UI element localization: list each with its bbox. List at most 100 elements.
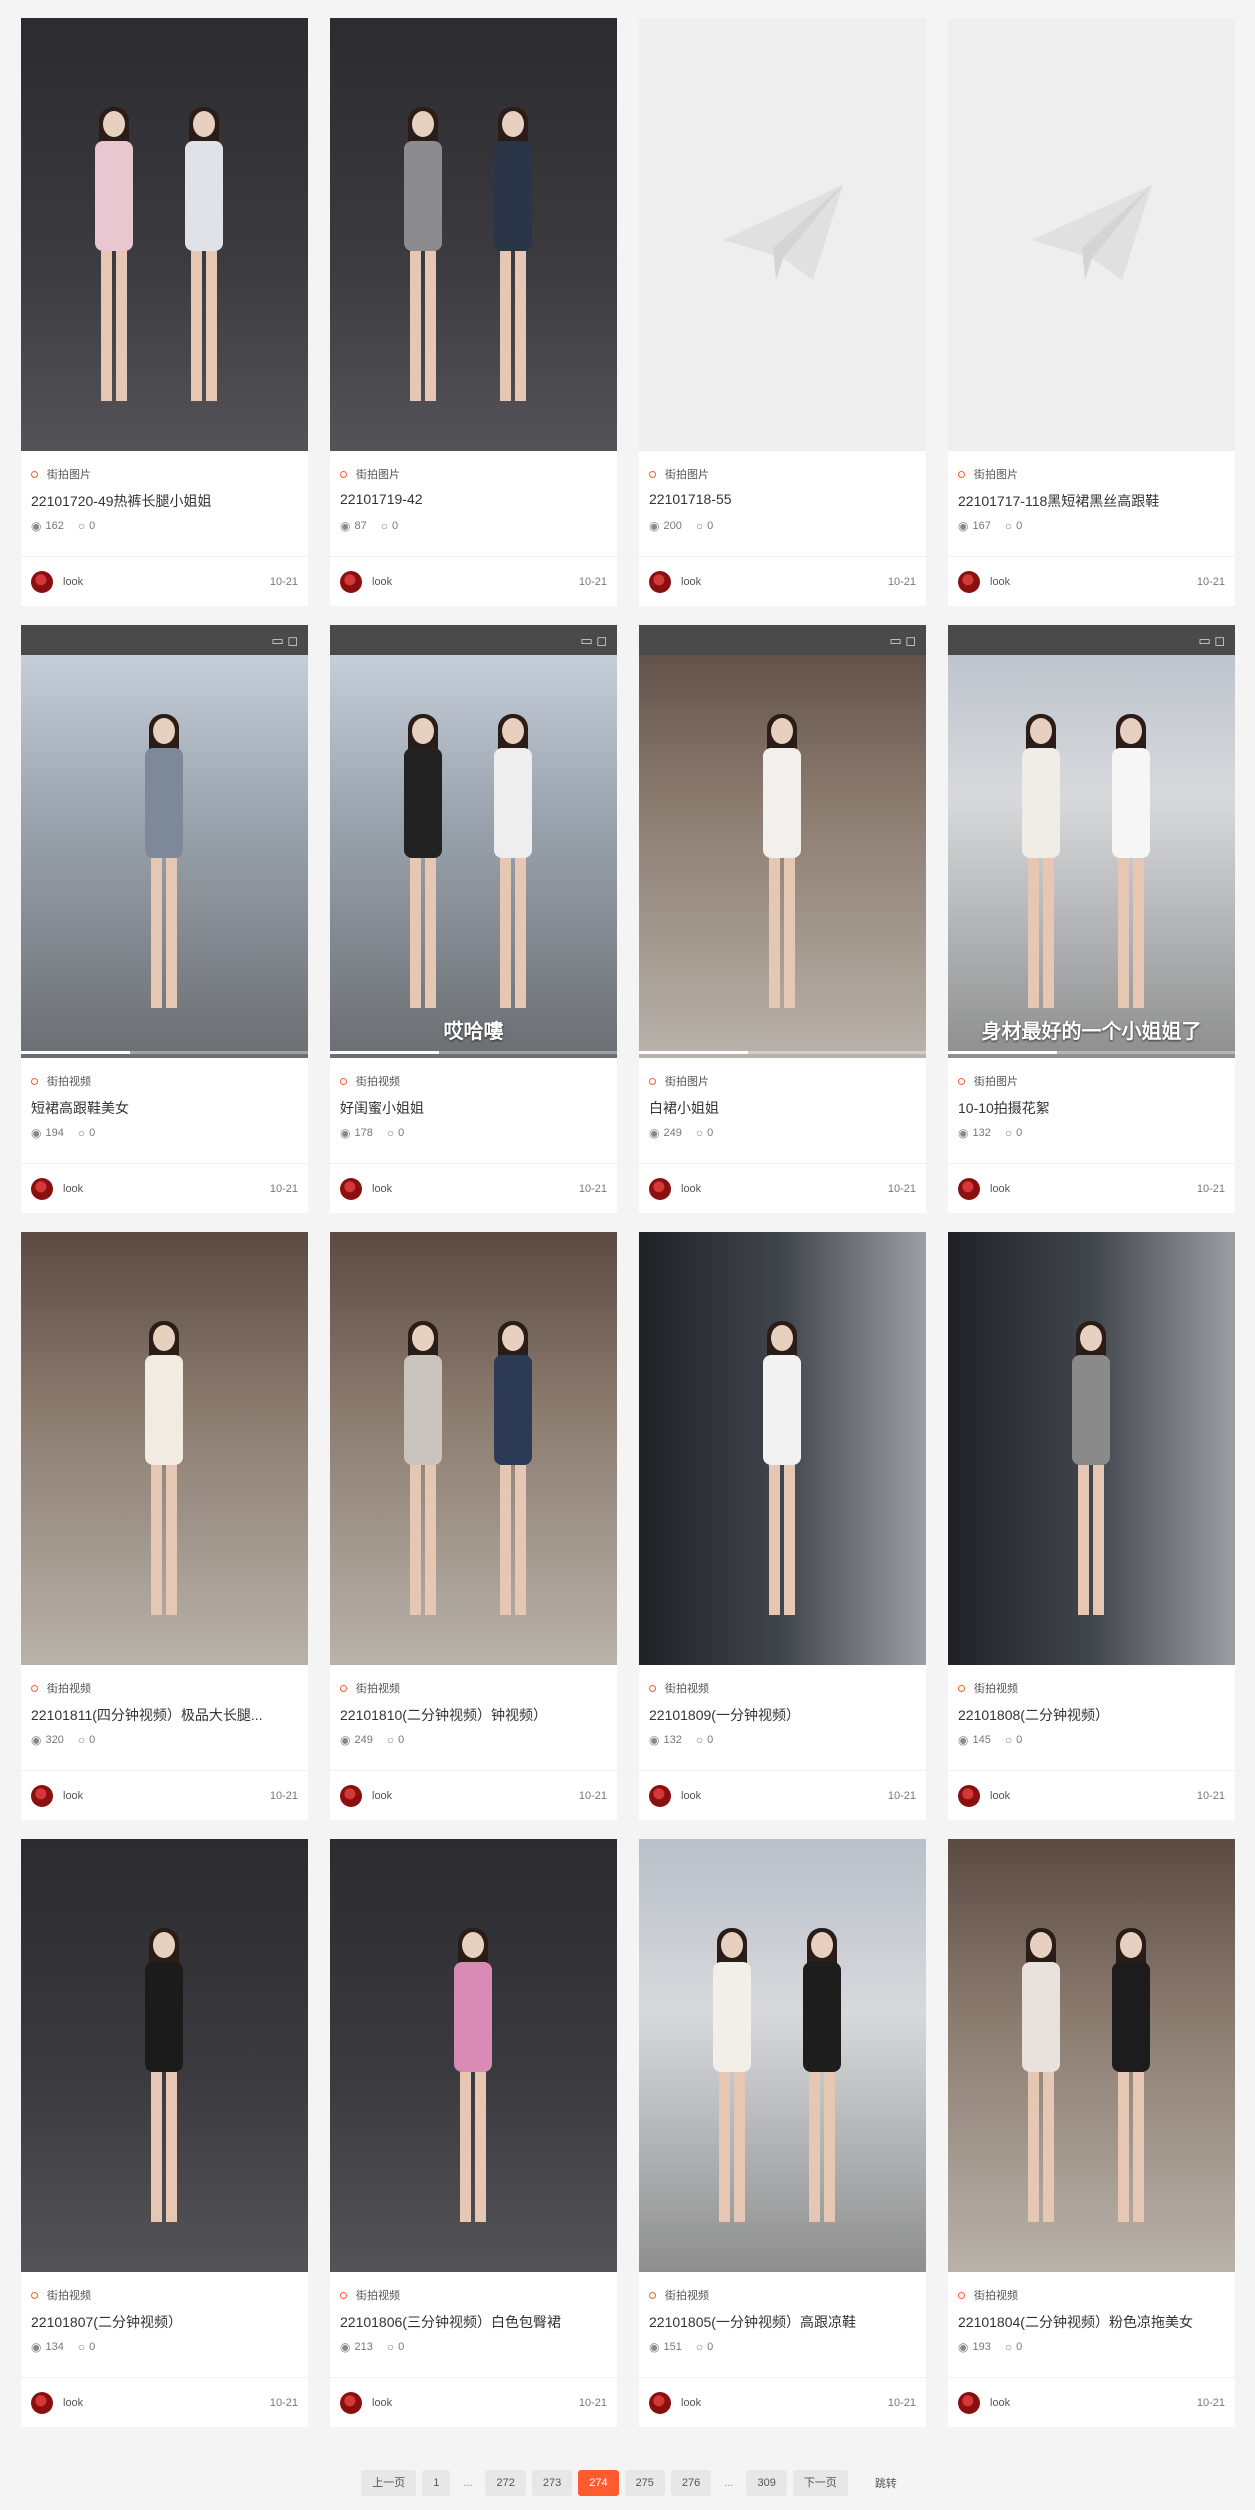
category-tag[interactable]: 街拍视频 bbox=[340, 1074, 607, 1088]
author-name[interactable]: look bbox=[990, 2397, 1010, 2409]
avatar[interactable] bbox=[649, 2391, 671, 2414]
avatar[interactable] bbox=[31, 1177, 53, 1200]
page-275-button[interactable]: 275 bbox=[624, 2470, 665, 2496]
category-tag[interactable]: 街拍视频 bbox=[31, 1681, 298, 1695]
next-page-button[interactable]: 下一页 bbox=[792, 2470, 848, 2496]
post-card[interactable]: ▭ ◻ 街拍视频 短裙高跟鞋美女 ◉ 194 ○ 0 look 10-21 bbox=[21, 625, 308, 1213]
category-tag[interactable]: 街拍视频 bbox=[31, 1074, 298, 1088]
post-title[interactable]: 22101804(二分钟视频）粉色凉拖美女 bbox=[958, 2312, 1225, 2330]
thumbnail-placeholder[interactable] bbox=[639, 18, 926, 451]
jump-link[interactable]: 跳转 bbox=[875, 2475, 897, 2491]
video-thumbnail[interactable]: ▭ ◻ 哎哈嘍 bbox=[330, 625, 617, 1058]
post-card[interactable]: ▭ ◻ 哎哈嘍 街拍视频 好闺蜜小姐姐 ◉ 178 ○ 0 look 10-21 bbox=[330, 625, 617, 1213]
post-card[interactable]: 街拍视频 22101805(一分钟视频）高跟凉鞋 ◉ 151 ○ 0 look 10-21 bbox=[639, 1839, 926, 2427]
post-card[interactable]: ▭ ◻ 街拍图片 白裙小姐姐 ◉ 249 ○ 0 look 10-21 bbox=[639, 625, 926, 1213]
avatar[interactable] bbox=[31, 570, 53, 593]
category-tag[interactable]: 街拍图片 bbox=[649, 467, 916, 481]
post-title[interactable]: 22101810(二分钟视频）钟视频） bbox=[340, 1705, 607, 1723]
avatar[interactable] bbox=[31, 2391, 53, 2414]
post-title[interactable]: 22101719-42 bbox=[340, 491, 607, 509]
post-card[interactable]: 街拍视频 22101810(二分钟视频）钟视频） ◉ 249 ○ 0 look 10-21 bbox=[330, 1232, 617, 1820]
current-page-button[interactable]: 274 bbox=[578, 2470, 619, 2496]
post-title[interactable]: 22101718-55 bbox=[649, 491, 916, 509]
post-title[interactable]: 22101720-49热裤长腿小姐姐 bbox=[31, 491, 298, 509]
avatar[interactable] bbox=[649, 570, 671, 593]
post-card[interactable]: 街拍视频 22101808(二分钟视频） ◉ 145 ○ 0 look 10-21 bbox=[948, 1232, 1235, 1820]
photo-thumbnail[interactable] bbox=[948, 1232, 1235, 1665]
avatar[interactable] bbox=[340, 570, 362, 593]
post-card[interactable]: 街拍图片 22101717-118黑短裙黑丝高跟鞋 ◉ 167 ○ 0 look 10-21 bbox=[948, 18, 1235, 606]
author-name[interactable]: look bbox=[372, 2397, 392, 2409]
category-tag[interactable]: 街拍视频 bbox=[340, 2288, 607, 2302]
avatar[interactable] bbox=[31, 1784, 53, 1807]
photo-thumbnail[interactable] bbox=[639, 1839, 926, 2272]
post-card[interactable]: 街拍视频 22101806(三分钟视频）白色包臀裙 ◉ 213 ○ 0 look 10-21 bbox=[330, 1839, 617, 2427]
category-tag[interactable]: 街拍视频 bbox=[958, 1681, 1225, 1695]
photo-thumbnail[interactable] bbox=[330, 1839, 617, 2272]
page-309-button[interactable]: 309 bbox=[746, 2470, 787, 2496]
prev-page-button[interactable]: 上一页 bbox=[361, 2470, 417, 2496]
author-name[interactable]: look bbox=[990, 576, 1010, 588]
post-title[interactable]: 22101811(四分钟视频）极品大长腿... bbox=[31, 1705, 298, 1723]
author-name[interactable]: look bbox=[990, 1790, 1010, 1802]
thumbnail-placeholder[interactable] bbox=[948, 18, 1235, 451]
page-272-button[interactable]: 272 bbox=[485, 2470, 526, 2496]
post-title[interactable]: 10-10拍摄花絮 bbox=[958, 1098, 1225, 1116]
avatar[interactable] bbox=[340, 1177, 362, 1200]
author-name[interactable]: look bbox=[63, 2397, 83, 2409]
category-tag[interactable]: 街拍图片 bbox=[649, 1074, 916, 1088]
author-name[interactable]: look bbox=[372, 1790, 392, 1802]
avatar[interactable] bbox=[340, 1784, 362, 1807]
avatar[interactable] bbox=[340, 2391, 362, 2414]
video-thumbnail[interactable]: ▭ ◻ 身材最好的一个小姐姐了 bbox=[948, 625, 1235, 1058]
photo-thumbnail[interactable] bbox=[330, 1232, 617, 1665]
page-1-button[interactable]: 1 bbox=[422, 2470, 451, 2496]
photo-thumbnail[interactable] bbox=[639, 1232, 926, 1665]
author-name[interactable]: look bbox=[63, 1790, 83, 1802]
category-tag[interactable]: 街拍视频 bbox=[31, 2288, 298, 2302]
author-name[interactable]: look bbox=[63, 576, 83, 588]
photo-thumbnail[interactable] bbox=[330, 18, 617, 451]
category-tag[interactable]: 街拍图片 bbox=[958, 1074, 1225, 1088]
post-card[interactable]: ▭ ◻ 身材最好的一个小姐姐了 街拍图片 10-10拍摄花絮 ◉ 132 ○ 0 look 10-… bbox=[948, 625, 1235, 1213]
category-tag[interactable]: 街拍图片 bbox=[340, 467, 607, 481]
video-thumbnail[interactable]: ▭ ◻ bbox=[639, 625, 926, 1058]
author-name[interactable]: look bbox=[990, 1183, 1010, 1195]
page-276-button[interactable]: 276 bbox=[670, 2470, 712, 2496]
author-name[interactable]: look bbox=[681, 1183, 701, 1195]
post-title[interactable]: 22101808(二分钟视频） bbox=[958, 1705, 1225, 1723]
photo-thumbnail[interactable] bbox=[21, 1232, 308, 1665]
avatar[interactable] bbox=[958, 1784, 980, 1807]
post-title[interactable]: 白裙小姐姐 bbox=[649, 1098, 916, 1116]
author-name[interactable]: look bbox=[681, 2397, 701, 2409]
post-card[interactable]: 街拍图片 22101720-49热裤长腿小姐姐 ◉ 162 ○ 0 look 10-21 bbox=[21, 18, 308, 606]
post-card[interactable]: 街拍图片 22101719-42 ◉ 87 ○ 0 look 10-21 bbox=[330, 18, 617, 606]
category-tag[interactable]: 街拍图片 bbox=[31, 467, 298, 481]
video-thumbnail[interactable]: ▭ ◻ bbox=[21, 625, 308, 1058]
photo-thumbnail[interactable] bbox=[21, 1839, 308, 2272]
post-title[interactable]: 好闺蜜小姐姐 bbox=[340, 1098, 607, 1116]
post-card[interactable]: 街拍图片 22101718-55 ◉ 200 ○ 0 look 10-21 bbox=[639, 18, 926, 606]
author-name[interactable]: look bbox=[681, 576, 701, 588]
post-card[interactable]: 街拍视频 22101811(四分钟视频）极品大长腿... ◉ 320 ○ 0 look 10-… bbox=[21, 1232, 308, 1820]
category-tag[interactable]: 街拍视频 bbox=[958, 2288, 1225, 2302]
category-tag[interactable]: 街拍视频 bbox=[340, 1681, 607, 1695]
photo-thumbnail[interactable] bbox=[21, 18, 308, 451]
post-title[interactable]: 22101809(一分钟视频） bbox=[649, 1705, 916, 1723]
post-title[interactable]: 22101717-118黑短裙黑丝高跟鞋 bbox=[958, 491, 1225, 509]
post-card[interactable]: 街拍视频 22101809(一分钟视频） ◉ 132 ○ 0 look 10-21 bbox=[639, 1232, 926, 1820]
post-title[interactable]: 22101806(三分钟视频）白色包臀裙 bbox=[340, 2312, 607, 2330]
post-card[interactable]: 街拍视频 22101804(二分钟视频）粉色凉拖美女 ◉ 193 ○ 0 look 10-21 bbox=[948, 1839, 1235, 2427]
avatar[interactable] bbox=[649, 1177, 671, 1200]
author-name[interactable]: look bbox=[372, 576, 392, 588]
author-name[interactable]: look bbox=[63, 1183, 83, 1195]
post-title[interactable]: 22101807(二分钟视频） bbox=[31, 2312, 298, 2330]
page-273-button[interactable]: 273 bbox=[531, 2470, 573, 2496]
avatar[interactable] bbox=[649, 1784, 671, 1807]
category-tag[interactable]: 街拍图片 bbox=[958, 467, 1225, 481]
post-title[interactable]: 短裙高跟鞋美女 bbox=[31, 1098, 298, 1116]
avatar[interactable] bbox=[958, 1177, 980, 1200]
post-title[interactable]: 22101805(一分钟视频）高跟凉鞋 bbox=[649, 2312, 916, 2330]
avatar[interactable] bbox=[958, 2391, 980, 2414]
avatar[interactable] bbox=[958, 570, 980, 593]
